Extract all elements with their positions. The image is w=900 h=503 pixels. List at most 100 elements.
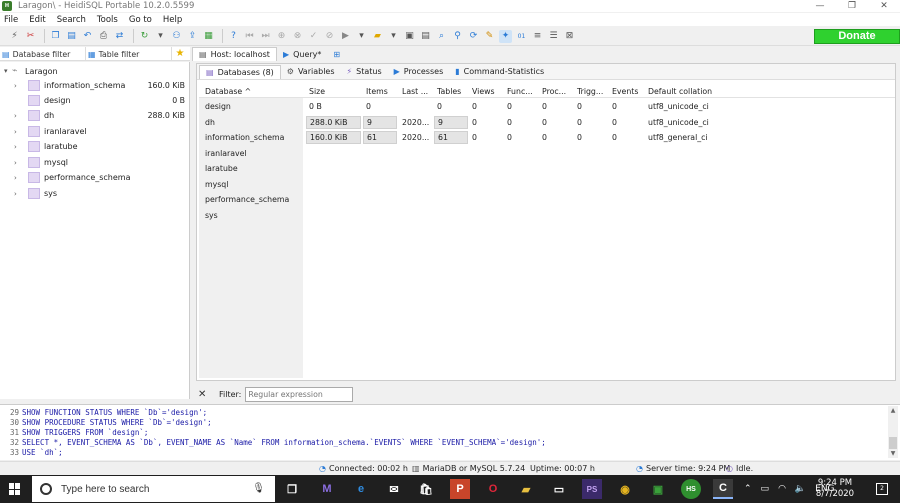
visual-studio-icon[interactable]: M	[317, 479, 337, 499]
transfer-icon[interactable]: ⇄	[113, 30, 126, 43]
chevron-right-icon[interactable]: ›	[14, 128, 22, 136]
terminal-icon[interactable]: ▭	[549, 479, 569, 499]
add-record-icon[interactable]: ⊕	[275, 30, 288, 43]
replace-icon[interactable]: ⟳	[467, 30, 480, 43]
col-header-size[interactable]: Size	[306, 85, 361, 98]
col-header-tables[interactable]: Tables	[434, 85, 468, 98]
undo-icon[interactable]: ↶	[81, 30, 94, 43]
col-header-views[interactable]: Views	[469, 85, 503, 98]
tab-variables[interactable]: ⚙ Variables	[281, 65, 341, 79]
col-header-items[interactable]: Items	[363, 85, 397, 98]
save-snippet-icon[interactable]: ▤	[419, 30, 432, 43]
col-header-last-modified[interactable]: Last ...	[399, 85, 433, 98]
windows-start-icon[interactable]	[9, 483, 21, 495]
cancel-record-icon[interactable]: ⊘	[323, 30, 336, 43]
tree-item-laratube[interactable]: › laratube	[14, 139, 188, 154]
table-row[interactable]: laratube	[199, 161, 895, 176]
chevron-down-icon[interactable]: ▾	[154, 30, 167, 43]
microphone-icon[interactable]: 🎙	[252, 483, 265, 494]
table-row[interactable]: sys	[199, 208, 895, 223]
new-query-tab-button[interactable]: ⊞	[327, 47, 350, 61]
col-header-triggers[interactable]: Trigg...	[574, 85, 608, 98]
col-header-events[interactable]: Events	[609, 85, 643, 98]
table-row[interactable]: iranlaravel	[199, 146, 895, 161]
wrap-lines-icon[interactable]: ≡	[531, 30, 544, 43]
tab-command-statistics[interactable]: ▮ Command-Statistics	[449, 65, 550, 79]
menu-goto[interactable]: Go to	[129, 15, 152, 25]
tree-item-sys[interactable]: › sys	[14, 186, 188, 201]
tree-item-performance-schema[interactable]: › performance_schema	[14, 170, 188, 185]
export-icon[interactable]: ▦	[202, 30, 215, 43]
post-record-icon[interactable]: ✓	[307, 30, 320, 43]
taskbar-search[interactable]: Type here to search 🎙	[32, 476, 275, 502]
open-folder-icon[interactable]: ▰	[371, 30, 384, 43]
refresh-icon[interactable]: ↻	[138, 30, 151, 43]
table-row[interactable]: performance_schema	[199, 192, 895, 207]
sql-help-icon[interactable]: ✎	[483, 30, 496, 43]
chevron-right-icon[interactable]: ›	[14, 143, 22, 151]
menu-file[interactable]: File	[4, 15, 18, 25]
tree-item-dh[interactable]: › dh 288.0 KiB	[14, 108, 188, 123]
camtasia-icon[interactable]: C	[713, 479, 733, 499]
scroll-down-icon[interactable]: ▼	[888, 450, 898, 458]
table-row[interactable]: mysql	[199, 177, 895, 192]
table-row[interactable]: dh 288.0 KiB 9 2020... 9 0 0 0 0 0 utf8_unicode_ci	[199, 115, 895, 130]
laragon-icon[interactable]: ▣	[648, 479, 668, 499]
notification-center-icon[interactable]: 2	[876, 483, 888, 495]
clear-icon[interactable]: ⊠	[563, 30, 576, 43]
chevron-up-icon[interactable]: ⌃	[744, 484, 752, 494]
scroll-up-icon[interactable]: ▲	[888, 407, 898, 415]
donate-button[interactable]: Donate	[814, 29, 900, 44]
tab-host[interactable]: ▤ Host: localhost	[192, 47, 277, 61]
database-filter-input[interactable]: ▤ Database filter	[0, 47, 86, 61]
tree-root-laragon[interactable]: ▾ ⌁ Laragon	[4, 65, 58, 77]
minimize-button[interactable]: —	[804, 0, 836, 12]
search-icon[interactable]: ⌕	[435, 30, 448, 43]
chevron-down-icon[interactable]: ▾	[387, 30, 400, 43]
menu-search[interactable]: Search	[57, 15, 86, 25]
paste-icon[interactable]: ▤	[65, 30, 78, 43]
close-button[interactable]: ✕	[868, 0, 900, 12]
heidisql-taskbar-icon[interactable]: HS	[681, 479, 701, 499]
phpstorm-icon[interactable]: PS	[582, 479, 602, 499]
battery-icon[interactable]: ▭	[761, 484, 770, 494]
log-icon[interactable]: ☰	[547, 30, 560, 43]
tab-processes[interactable]: ▶ Processes	[388, 65, 450, 79]
file-explorer-icon[interactable]: ▰	[516, 479, 536, 499]
col-header-functions[interactable]: Func...	[504, 85, 538, 98]
taskbar-clock[interactable]: 9:24 PM 8/7/2020	[810, 478, 860, 500]
last-record-icon[interactable]: ⏭	[259, 30, 272, 43]
favorites-star-icon[interactable]: ★	[172, 47, 188, 60]
menu-tools[interactable]: Tools	[97, 15, 118, 25]
find-text-icon[interactable]: ⚲	[451, 30, 464, 43]
col-header-database[interactable]: Database ^	[202, 85, 302, 98]
close-filter-icon[interactable]: ✕	[198, 389, 210, 400]
user-manager-icon[interactable]: ⚇	[170, 30, 183, 43]
chrome-icon[interactable]: ◉	[615, 479, 635, 499]
powerpoint-icon[interactable]: P	[450, 479, 470, 499]
filter-input[interactable]	[245, 386, 354, 402]
chevron-down-icon[interactable]: ▾	[4, 67, 12, 75]
help-icon[interactable]: ?	[227, 30, 240, 43]
maximize-button[interactable]: ❐	[836, 0, 868, 12]
sql-log[interactable]: 29 SHOW FUNCTION STATUS WHERE `Db`='desi…	[0, 404, 900, 460]
tab-query[interactable]: ▶ Query*	[277, 47, 327, 61]
chevron-right-icon[interactable]: ›	[14, 159, 22, 167]
scrollbar-thumb[interactable]	[889, 437, 897, 449]
tree-item-mysql[interactable]: › mysql	[14, 155, 188, 170]
menu-edit[interactable]: Edit	[29, 15, 45, 25]
print-icon[interactable]: ⎙	[97, 30, 110, 43]
wifi-icon[interactable]: ◠	[778, 484, 786, 494]
menu-help[interactable]: Help	[163, 15, 182, 25]
tab-status[interactable]: ⚡ Status	[341, 65, 388, 79]
col-header-default-collation[interactable]: Default collation	[645, 85, 735, 98]
chevron-right-icon[interactable]: ›	[14, 82, 22, 90]
chevron-right-icon[interactable]: ›	[14, 190, 22, 198]
session-manager-icon[interactable]: ⚡	[8, 30, 21, 43]
format-sql-icon[interactable]: ✦	[499, 29, 512, 43]
run-query-icon[interactable]: ▶	[339, 30, 352, 43]
mail-icon[interactable]: ✉	[384, 479, 404, 499]
chevron-down-icon[interactable]: ▾	[355, 30, 368, 43]
save-icon[interactable]: ▣	[403, 30, 416, 43]
table-filter-input[interactable]: ▦ Table filter	[86, 47, 172, 61]
